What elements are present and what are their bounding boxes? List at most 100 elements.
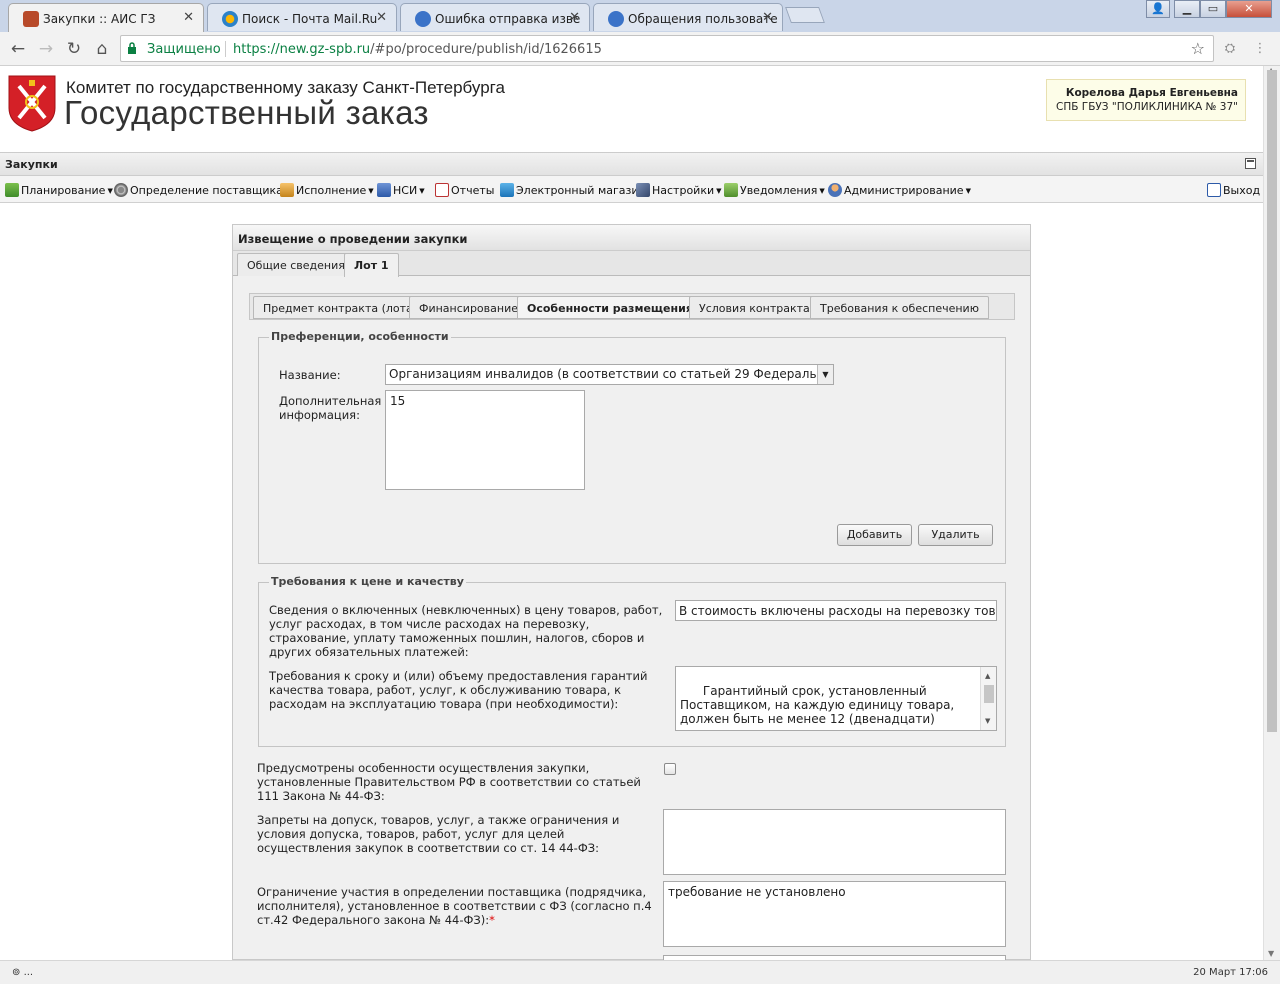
preferences-fieldset: Преференции, особенности Название: Орган…: [258, 330, 1006, 564]
new-tab-button[interactable]: [785, 7, 825, 23]
minimize-icon[interactable]: ▁: [1174, 0, 1200, 18]
execution-icon: [280, 183, 294, 197]
logout-button[interactable]: Выход: [1207, 183, 1260, 197]
preferences-legend: Преференции, особенности: [269, 330, 451, 343]
article-111-label: Предусмотрены особенности осуществления …: [257, 761, 641, 803]
profile-icon[interactable]: 👤: [1146, 0, 1170, 18]
included-costs-input[interactable]: В стоимость включены расходы на перевозк…: [675, 600, 997, 621]
mail-favicon-icon: [222, 11, 238, 27]
status-bar: ⊚ ... 20 Март 17:06: [0, 960, 1280, 984]
chevron-down-icon: ▼: [368, 187, 374, 195]
outer-tabs: Общие сведения Лот 1: [233, 251, 1030, 277]
section-title: Закупки: [5, 158, 58, 171]
browser-tab[interactable]: Закупки :: АИС ГЗ ✕: [8, 3, 204, 32]
app-header: Комитет по государственному заказу Санкт…: [0, 66, 1263, 152]
tab-contract-subject[interactable]: Предмет контракта (лота): [253, 296, 428, 319]
scroll-up-icon[interactable]: ▲: [985, 669, 990, 683]
included-costs-label: Сведения о включенных (невключенных) в ц…: [269, 603, 663, 659]
menu-item-supplier[interactable]: Определение поставщика▼: [114, 183, 290, 197]
preference-name-select[interactable]: Организациям инвалидов (в соответствии с…: [385, 364, 834, 385]
scroll-down-icon[interactable]: ▼: [1268, 949, 1274, 958]
name-label: Название:: [279, 368, 341, 382]
close-tab-icon[interactable]: ✕: [569, 10, 580, 25]
scroll-down-icon[interactable]: ▼: [985, 714, 990, 728]
cart-icon: [500, 183, 514, 197]
menu-item-label: Определение поставщика: [130, 184, 283, 197]
close-tab-icon[interactable]: ✕: [183, 10, 194, 25]
bookmark-star-icon[interactable]: ☆: [1191, 39, 1205, 58]
report-icon: [435, 183, 449, 197]
tab-security-requirements[interactable]: Требования к обеспечению: [810, 296, 989, 319]
delete-button[interactable]: Удалить: [918, 524, 993, 546]
tab-lot-1[interactable]: Лот 1: [344, 253, 399, 277]
bans-label: Запреты на допуск, товаров, услуг, а так…: [257, 813, 620, 855]
help-favicon-icon: [415, 11, 431, 27]
gears-icon: [114, 183, 128, 197]
notification-icon: [724, 183, 738, 197]
browser-tab[interactable]: Поиск - Почта Mail.Ru ✕: [207, 3, 397, 31]
url-text: https://new.gz-spb.ru/#po/procedure/publ…: [233, 42, 602, 57]
secure-label: Защищено: [147, 42, 221, 57]
maximize-icon[interactable]: ▭: [1200, 0, 1226, 18]
textarea-scrollbar[interactable]: ▲ ▼: [980, 667, 996, 730]
logout-label: Выход: [1223, 184, 1261, 197]
spb-emblem-icon: [8, 75, 56, 132]
status-text: ...: [23, 967, 34, 978]
home-icon[interactable]: ⌂: [91, 38, 113, 60]
browser-toolbar: ← → ↻ ⌂ Защищено https://new.gz-spb.ru/#…: [0, 32, 1280, 66]
address-bar[interactable]: Защищено https://new.gz-spb.ru/#po/proce…: [120, 35, 1214, 62]
browser-tab[interactable]: Ошибка отправка изве ✕: [400, 3, 590, 31]
close-window-icon[interactable]: ✕: [1226, 0, 1272, 18]
price-quality-legend: Требования к цене и качеству: [269, 575, 466, 588]
article-111-checkbox[interactable]: [664, 763, 676, 775]
menu-item-notifications[interactable]: Уведомления ▼: [724, 183, 825, 197]
menu-dots-icon[interactable]: ⋮: [1250, 39, 1270, 59]
warranty-textarea[interactable]: Гарантийный срок, установленный Поставщи…: [675, 666, 997, 731]
menu-item-label: Уведомления: [740, 184, 818, 197]
chevron-down-icon: ▼: [716, 187, 722, 195]
back-arrow-icon[interactable]: ←: [7, 38, 29, 60]
address-separator: [225, 41, 226, 57]
extension-icon[interactable]: ⛭: [1220, 39, 1240, 59]
scroll-thumb[interactable]: [1267, 70, 1277, 732]
add-button[interactable]: Добавить: [837, 524, 912, 546]
menu-item-settings[interactable]: Настройки ▼: [636, 183, 722, 197]
chevron-down-icon: ▼: [419, 187, 425, 195]
bans-textarea[interactable]: [663, 809, 1006, 875]
close-tab-icon[interactable]: ✕: [762, 10, 773, 25]
menu-item-nsi[interactable]: НСИ ▼: [377, 183, 425, 197]
info-label: Дополнительная информация:: [279, 394, 382, 422]
restriction-label: Ограничение участия в определении постав…: [257, 885, 657, 927]
url-host: https://new.gz-spb.ru: [233, 42, 371, 57]
tab-placement-features[interactable]: Особенности размещения: [517, 296, 703, 319]
user-icon: [828, 183, 842, 197]
preference-name-value: Организациям инвалидов (в соответствии с…: [389, 367, 834, 381]
tab-financing[interactable]: Финансирование: [409, 296, 528, 319]
reload-icon[interactable]: ↻: [63, 38, 85, 60]
required-marker: *: [489, 913, 495, 927]
user-name: Корелова Дарья Евгеньевна: [1065, 87, 1238, 99]
status-datetime: 20 Март 17:06: [1193, 967, 1268, 978]
additional-info-textarea[interactable]: 15: [385, 390, 585, 490]
scroll-thumb[interactable]: [984, 685, 994, 703]
tab-general[interactable]: Общие сведения: [237, 253, 355, 276]
warranty-label: Требования к сроку и (или) объему предос…: [269, 669, 648, 711]
menu-item-planning[interactable]: Планирование ▼: [5, 183, 113, 197]
browser-tab[interactable]: Обращения пользовате ✕: [593, 3, 783, 31]
close-tab-icon[interactable]: ✕: [376, 10, 387, 25]
menu-item-label: Настройки: [652, 184, 715, 197]
collapse-icon[interactable]: [1245, 158, 1256, 169]
planning-icon: [5, 183, 19, 197]
menu-item-reports[interactable]: Отчеты: [435, 183, 494, 197]
forward-arrow-icon[interactable]: →: [35, 38, 57, 60]
tab-contract-terms[interactable]: Условия контракта: [689, 296, 820, 319]
app-name: Государственный заказ: [64, 94, 429, 131]
logout-icon: [1207, 183, 1221, 197]
menu-item-execution[interactable]: Исполнение ▼: [280, 183, 374, 197]
page-scrollbar[interactable]: ▲ ▼: [1263, 66, 1280, 960]
inner-tabs: Предмет контракта (лота) Финансирование …: [249, 293, 1015, 320]
restriction-textarea[interactable]: требование не установлено: [663, 881, 1006, 947]
menu-item-label: Исполнение: [296, 184, 367, 197]
menu-item-eshop[interactable]: Электронный магазин: [500, 183, 646, 197]
menu-item-admin[interactable]: Администрирование ▼: [828, 183, 971, 197]
